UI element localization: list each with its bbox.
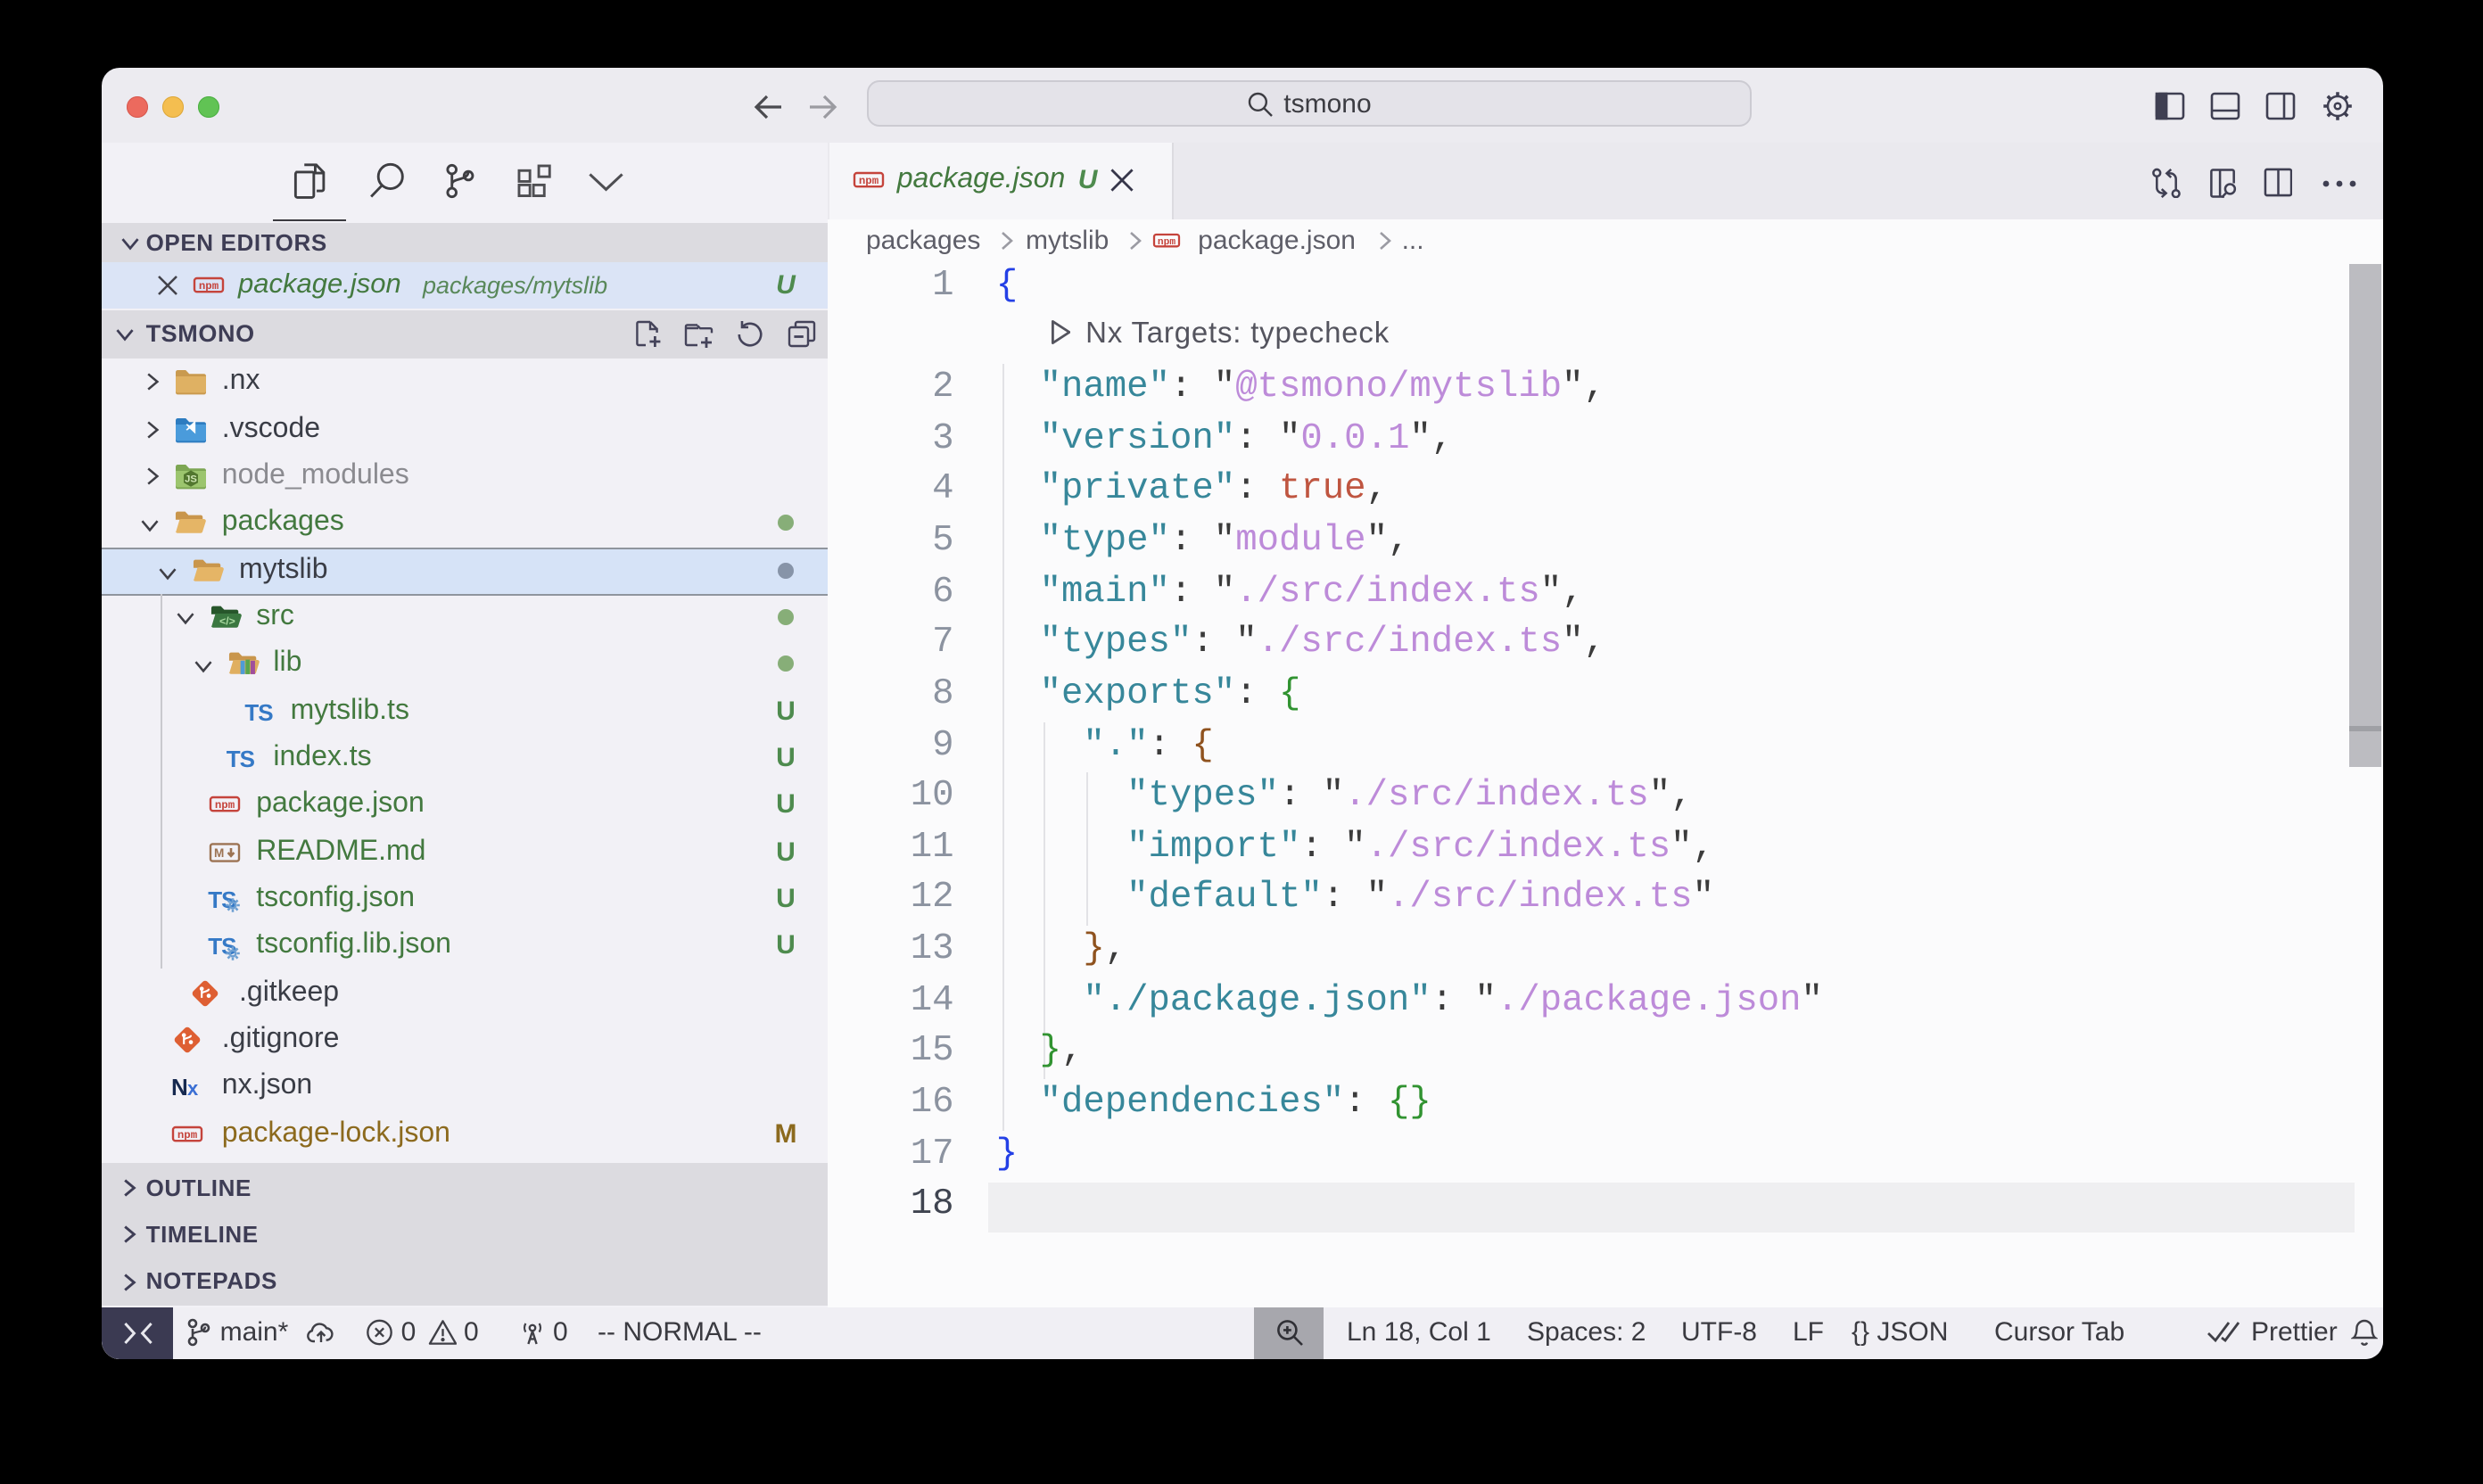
svg-text:npm: npm (199, 280, 219, 293)
svg-text:JS: JS (184, 474, 196, 485)
svg-text:M: M (213, 846, 223, 860)
svg-text:npm: npm (177, 1128, 197, 1141)
svg-text:npm: npm (214, 800, 234, 812)
svg-text:npm: npm (860, 176, 879, 188)
svg-text:npm: npm (1158, 237, 1176, 248)
svg-text:</>: </> (219, 614, 235, 627)
